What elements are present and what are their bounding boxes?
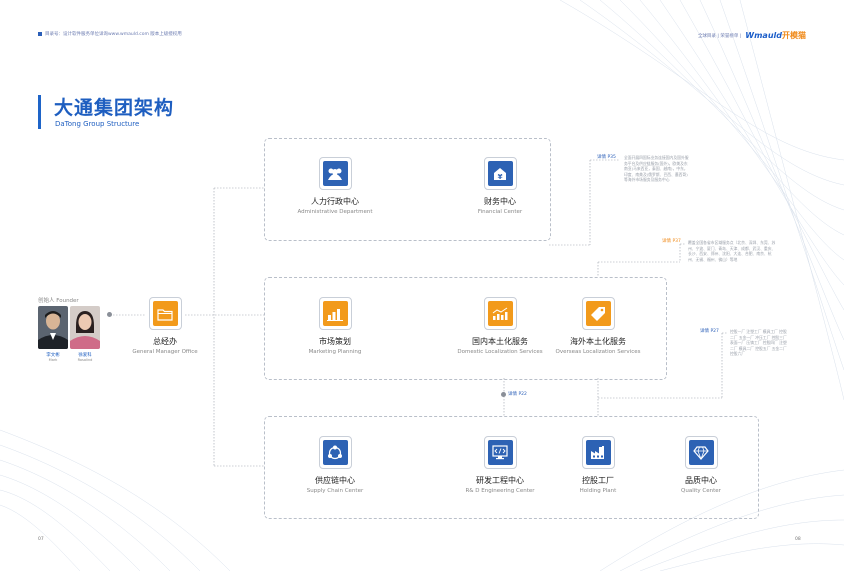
bottom-label-en-1: Supply Chain Center — [306, 488, 364, 494]
gm-label-en: General Manager Office — [132, 349, 198, 355]
top-label-cn-2: 财务中心 — [484, 197, 516, 206]
note-p37: 覆盖全国各省市区域服务点（北京、深圳、东莞、苏州、宁波、厦门、青岛、天津、成都、… — [688, 240, 776, 262]
tag-p35-page: P35 — [607, 155, 616, 160]
bottom-label-en-3: Holding Plant — [579, 488, 617, 494]
logo-cn: 开模猫 — [782, 31, 806, 40]
node-holding-plant[interactable]: 控股工厂 Holding Plant — [548, 436, 648, 494]
factory-icon — [581, 436, 615, 469]
node-supply-chain-center[interactable]: 供应链中心 Supply Chain Center — [285, 436, 385, 494]
header-square-icon — [38, 32, 42, 36]
tag-p22-page: P22 — [518, 392, 527, 397]
svg-text:¥: ¥ — [498, 173, 503, 181]
page-number-left: 07 — [38, 537, 44, 542]
bottom-label-cn-1: 供应链中心 — [315, 476, 355, 485]
note-p35: 全面开展四国际业务连接国内及国外服务平台及供应链服务(国外)，欧美及东南亚(马来… — [624, 155, 689, 183]
founder-connector-dot — [107, 312, 112, 317]
mid-label-cn-1: 市场策划 — [319, 337, 351, 346]
trend-chart-icon — [483, 297, 517, 330]
page-number-right: 08 — [795, 537, 801, 542]
bottom-label-cn-2: 研发工程中心 — [476, 476, 524, 485]
header-nav[interactable]: 全球目录 | 荣誉榜单 | — [698, 33, 741, 39]
mid-label-cn-2: 国内本土化服务 — [472, 337, 528, 346]
founder-photo-2 — [70, 306, 100, 349]
node-rd-engineering-center[interactable]: 研发工程中心 R& D Engineering Center — [450, 436, 550, 494]
tag-p22-word: 详情 — [508, 392, 517, 397]
header-left-text: 目录号：设计软件服务单位详询www.wmauld.com 版本上级授权用 — [45, 32, 182, 37]
node-marketing-planning[interactable]: 市场策划 Marketing Planning — [285, 297, 385, 355]
logo-en: Wmauld — [745, 31, 782, 40]
mid-label-en-2: Domestic Localization Services — [457, 349, 543, 355]
top-label-cn-1: 人力行政中心 — [311, 197, 359, 206]
page-subtitle: DaTong Group Structure — [55, 120, 140, 128]
note-p27: 控股一厂 注塑工厂 模具工厂 控股二厂 五金一厂 冲压工厂 控股三厂 表面一厂 … — [730, 329, 787, 357]
network-icon — [318, 436, 352, 469]
bottom-label-en-4: Quality Center — [681, 488, 721, 494]
node-general-manager-office[interactable]: 总经办 General Manager Office — [115, 297, 215, 355]
founder-photo-1 — [38, 306, 68, 349]
tag-p37-word: 详情 — [662, 239, 671, 244]
diamond-icon — [684, 436, 718, 469]
node-quality-center[interactable]: 品质中心 Quality Center — [651, 436, 751, 494]
mid-label-cn-3: 海外本土化服务 — [570, 337, 626, 346]
people-icon — [318, 157, 352, 190]
p22-connector-dot — [501, 392, 506, 397]
tag-p35-word: 详情 — [597, 155, 606, 160]
top-label-en-2: Financial Center — [477, 209, 523, 215]
bottom-label-cn-3: 控股工厂 — [582, 476, 614, 485]
price-tag-icon — [581, 297, 615, 330]
founder-label: 创始人 Founder — [38, 298, 79, 304]
yen-icon: ¥ — [483, 157, 517, 190]
gm-label-cn: 总经办 — [153, 337, 177, 346]
brochure-page: 目录号：设计软件服务单位详询www.wmauld.com 版本上级授权用 全球目… — [0, 0, 844, 571]
node-financial-center[interactable]: ¥ 财务中心 Financial Center — [450, 157, 550, 215]
bottom-label-cn-4: 品质中心 — [685, 476, 717, 485]
tag-p27-word: 详情 — [700, 329, 709, 334]
tag-p37-page: P37 — [672, 239, 681, 244]
header-right: 全球目录 | 荣誉榜单 | Wmauld开模猫 — [698, 30, 806, 41]
detail-tag-p27[interactable]: 详情 P27 — [700, 328, 719, 334]
header-left: 目录号：设计软件服务单位详询www.wmauld.com 版本上级授权用 — [38, 31, 182, 37]
mid-label-en-3: Overseas Localization Services — [555, 349, 641, 355]
page-title: 大通集团架构 — [54, 97, 175, 119]
bar-chart-icon — [318, 297, 352, 330]
detail-tag-p35[interactable]: 详情 P35 — [597, 154, 616, 160]
node-administrative-department[interactable]: 人力行政中心 Administrative Department — [285, 157, 385, 215]
brand-logo[interactable]: Wmauld开模猫 — [745, 30, 806, 41]
tag-p27-page: P27 — [710, 329, 719, 334]
node-overseas-localization[interactable]: 海外本土化服务 Overseas Localization Services — [548, 297, 648, 355]
node-domestic-localization[interactable]: 国内本土化服务 Domestic Localization Services — [450, 297, 550, 355]
founder-role-1: Mark — [48, 358, 58, 362]
folder-icon — [148, 297, 182, 330]
detail-tag-p22[interactable]: 详情 P22 — [508, 391, 527, 397]
bottom-label-en-2: R& D Engineering Center — [465, 488, 535, 494]
founder-role-2: Rosalind — [77, 358, 93, 362]
title-accent-bar — [38, 95, 41, 129]
top-label-en-1: Administrative Department — [297, 209, 373, 215]
code-monitor-icon — [483, 436, 517, 469]
detail-tag-p37[interactable]: 详情 P37 — [662, 238, 681, 244]
mid-label-en-1: Marketing Planning — [308, 349, 362, 355]
